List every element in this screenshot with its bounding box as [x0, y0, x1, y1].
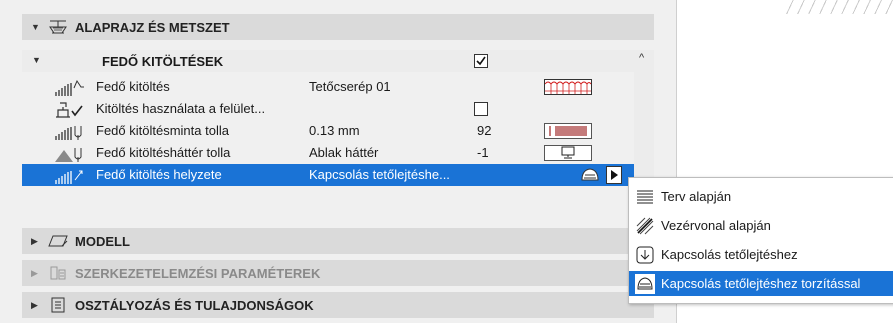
- link-to-slope-distort-icon: [635, 273, 655, 294]
- background-hatch: [786, 0, 893, 14]
- section-structural-analysis[interactable]: ▶ SZERKEZETELEMZÉSI PARAMÉTEREK: [22, 260, 654, 286]
- pen-color-swatch[interactable]: [544, 123, 592, 139]
- row-label: Kitöltés használata a felület...: [96, 101, 266, 116]
- subsection-cover-fills[interactable]: ▼ FEDŐ KITÖLTÉSEK: [22, 50, 654, 72]
- row-cover-fill[interactable]: Fedő kitöltés Tetőcserép 01: [22, 76, 634, 98]
- row-fill-orientation[interactable]: Fedő kitöltés helyzete Kapcsolás tetőlej…: [22, 164, 634, 186]
- menu-item-project-origin[interactable]: Terv alapján: [629, 184, 893, 209]
- model-section-icon: [47, 232, 69, 250]
- row-use-fill-surface[interactable]: Kitöltés használata a felület...: [22, 98, 634, 120]
- cover-fill-icon: [54, 77, 88, 97]
- collapsed-triangle-icon: ▶: [31, 235, 38, 246]
- menu-item-ref-line[interactable]: Vezérvonal alapján: [629, 213, 893, 238]
- window-background-swatch[interactable]: [544, 145, 592, 161]
- structural-section-icon: [47, 264, 69, 282]
- pen-number[interactable]: 92: [477, 123, 491, 138]
- fill-background-pen-icon: [54, 143, 88, 163]
- expanded-triangle-icon: ▼: [31, 22, 40, 32]
- row-fill-background-pen[interactable]: Fedő kitöltésháttér tolla Ablak háttér -…: [22, 142, 634, 164]
- tile-fill-preview[interactable]: [544, 79, 592, 95]
- project-origin-icon: [635, 187, 655, 207]
- menu-item-label: Kapcsolás tetőlejtéshez: [661, 247, 798, 262]
- collapsed-triangle-icon: ▶: [31, 267, 38, 278]
- collapse-arrow-icon[interactable]: ^: [639, 52, 644, 64]
- use-surface-checkbox[interactable]: [474, 102, 488, 116]
- expanded-triangle-icon: ▼: [32, 55, 41, 65]
- section-title: ALAPRAJZ ÉS METSZET: [75, 19, 230, 35]
- orientation-dropdown-menu: Terv alapján Vezérvonal alapján Kapcsolá…: [628, 177, 893, 304]
- orientation-value[interactable]: Kapcsolás tetőlejtéshe...: [309, 167, 450, 182]
- fill-orientation-icon: [54, 165, 88, 185]
- monitor-icon: [561, 146, 575, 159]
- section-title: MODELL: [75, 233, 130, 249]
- pen-weight-value[interactable]: 0.13 mm: [309, 123, 360, 138]
- use-surface-fill-icon: [54, 99, 88, 119]
- row-label: Fedő kitöltésminta tolla: [96, 123, 229, 138]
- row-value[interactable]: Tetőcserép 01: [309, 79, 391, 94]
- menu-item-link-to-slope-distort[interactable]: Kapcsolás tetőlejtéshez torzítással: [629, 271, 893, 296]
- section-model[interactable]: ▶ MODELL: [22, 228, 654, 254]
- section-title: SZERKEZETELEMZÉSI PARAMÉTEREK: [75, 265, 321, 281]
- play-arrow-icon: [611, 170, 618, 180]
- pen-color-fill: [555, 126, 587, 136]
- pen-color-marker: [549, 126, 551, 136]
- dropdown-arrow-button[interactable]: [606, 166, 622, 184]
- row-label: Fedő kitöltés: [96, 79, 170, 94]
- section-classification[interactable]: ▶ OSZTÁLYOZÁS ÉS TULAJDONSÁGOK: [22, 292, 654, 318]
- row-label: Fedő kitöltés helyzete: [96, 167, 222, 182]
- fill-pattern-pen-icon: [54, 121, 88, 141]
- menu-item-label: Terv alapján: [661, 189, 732, 204]
- cover-fills-checkbox[interactable]: [474, 54, 488, 68]
- link-to-slope-icon: [635, 245, 655, 265]
- checkmark-icon: [476, 56, 486, 66]
- classification-section-icon: [47, 296, 69, 314]
- slope-distort-icon: [580, 166, 600, 184]
- row-label: Fedő kitöltésháttér tolla: [96, 145, 231, 160]
- section-title: OSZTÁLYOZÁS ÉS TULAJDONSÁGOK: [75, 297, 314, 313]
- ref-line-icon: [635, 216, 655, 236]
- pen-number[interactable]: -1: [477, 145, 489, 160]
- collapsed-triangle-icon: ▶: [31, 299, 38, 310]
- menu-item-label: Kapcsolás tetőlejtéshez torzítással: [661, 276, 861, 291]
- background-pen-value[interactable]: Ablak háttér: [309, 145, 378, 160]
- section-floor-plan[interactable]: ▼ ALAPRAJZ ÉS METSZET: [22, 14, 654, 40]
- menu-item-label: Vezérvonal alapján: [661, 218, 771, 233]
- floor-plan-section-icon: [47, 18, 69, 36]
- subsection-title: FEDŐ KITÖLTÉSEK: [102, 54, 224, 69]
- row-fill-pattern-pen[interactable]: Fedő kitöltésminta tolla 0.13 mm 92: [22, 120, 634, 142]
- menu-item-link-to-slope[interactable]: Kapcsolás tetőlejtéshez: [629, 242, 893, 267]
